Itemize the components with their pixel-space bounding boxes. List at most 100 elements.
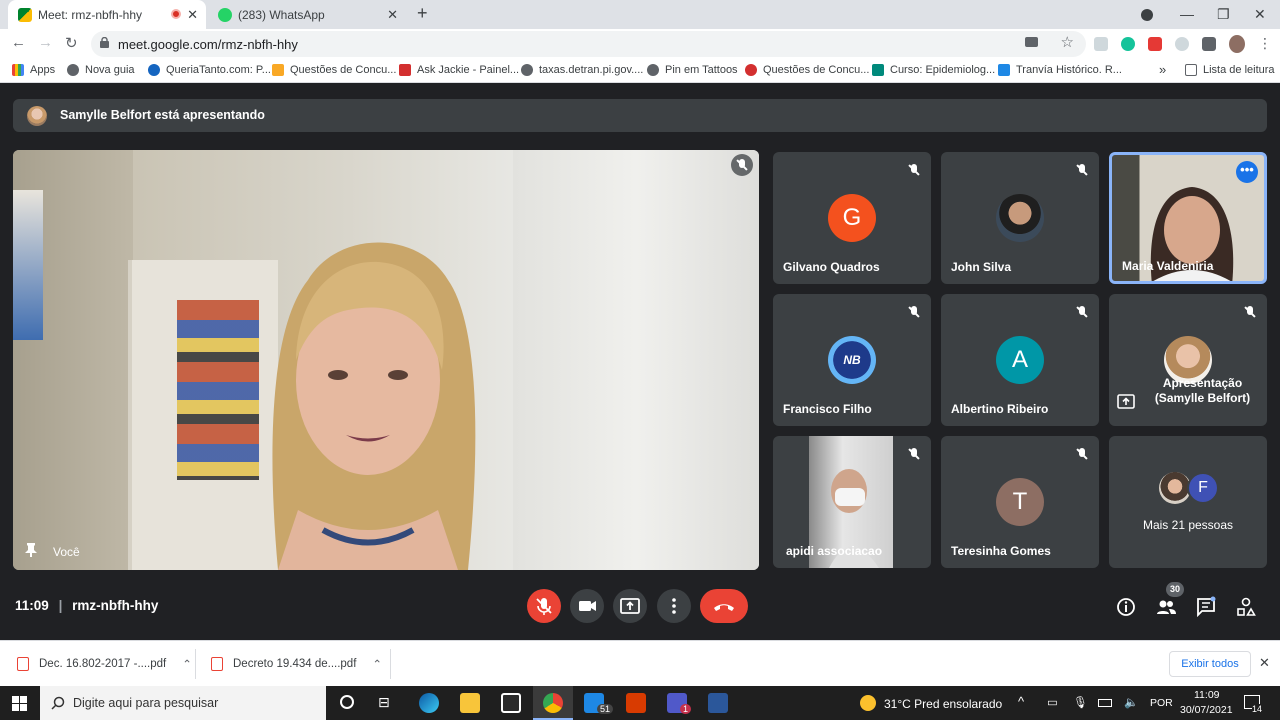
present-button[interactable] [613, 589, 647, 623]
check-icon [272, 64, 284, 76]
menu-kebab-icon[interactable]: ⋮ [1258, 35, 1272, 52]
store-icon[interactable] [501, 693, 521, 713]
close-window-icon[interactable]: ✕ [1254, 6, 1266, 23]
more-options-button[interactable] [657, 589, 691, 623]
camera-toggle-button[interactable] [570, 589, 604, 623]
bookmark-tranvia[interactable]: Tranvía Histórico. R... [998, 64, 1122, 76]
activities-icon[interactable] [1235, 596, 1257, 618]
participant-tile[interactable]: T Teresinha Gomes [941, 436, 1099, 568]
taskbar-time[interactable]: 11:09 [1194, 689, 1220, 701]
weather-sun-icon[interactable] [860, 695, 876, 711]
file-explorer-icon[interactable] [460, 693, 480, 713]
youtube-ext-icon[interactable] [1148, 37, 1162, 51]
bookmark-questoes-1[interactable]: Questões de Concu... [272, 64, 396, 76]
participant-tile[interactable]: G Gilvano Quadros [773, 152, 931, 284]
volume-icon[interactable]: 🔈 [1124, 695, 1138, 709]
windows-taskbar: Digite aqui para pesquisar ⊟ 51 1 31°C P… [0, 686, 1280, 720]
pin-icon[interactable] [25, 543, 37, 557]
reading-list[interactable]: Lista de leitura [1185, 64, 1275, 76]
nb-logo-avatar: NB [828, 336, 876, 384]
avatar: A [996, 336, 1044, 384]
person-video [272, 242, 476, 570]
mic-off-icon [903, 159, 925, 181]
download-item[interactable]: Decreto 19.434 de....pdf ⌃ [211, 641, 382, 687]
back-icon[interactable]: ← [11, 34, 26, 51]
participant-tile-selected[interactable]: ••• Maria Valdeniria [1109, 152, 1267, 284]
participant-tile[interactable]: A Albertino Ribeiro [941, 294, 1099, 426]
network-icon[interactable]: ▭ [1047, 695, 1058, 709]
profile-dropdown-icon[interactable] [1141, 9, 1153, 21]
participant-name: Maria Valdeniria [1122, 259, 1214, 273]
meeting-details-icon[interactable] [1115, 596, 1137, 618]
chevron-up-icon[interactable]: ⌃ [182, 657, 192, 671]
participant-name: Francisco Filho [783, 402, 872, 416]
show-all-downloads-button[interactable]: Exibir todos [1169, 651, 1251, 677]
chrome-icon [543, 693, 563, 713]
microphone-icon[interactable]: 🎙 [1073, 695, 1088, 709]
maximize-icon[interactable]: ❐ [1217, 6, 1230, 23]
bookmark-nova-guia[interactable]: Nova guia [67, 64, 135, 76]
participant-tile[interactable]: John Silva [941, 152, 1099, 284]
chat-icon[interactable] [1195, 596, 1217, 618]
tranvia-icon [998, 64, 1010, 76]
present-screen-icon [1117, 394, 1135, 409]
bookmark-ask-jackie[interactable]: Ask Jackie - Painel... [399, 64, 519, 76]
taskbar-date[interactable]: 30/07/2021 [1180, 704, 1233, 716]
office-icon[interactable] [626, 693, 646, 713]
mic-toggle-button[interactable] [527, 589, 561, 623]
address-bar[interactable]: meet.google.com/rmz-nbfh-hhy ☆ [91, 31, 1086, 57]
recording-icon [171, 9, 181, 19]
globe-icon [647, 64, 659, 76]
more-people-tile[interactable]: F Mais 21 pessoas [1109, 436, 1267, 568]
close-tab-icon[interactable]: ✕ [387, 7, 398, 23]
more-options-button[interactable]: ••• [1236, 161, 1258, 183]
chevron-up-icon[interactable]: ⌃ [372, 657, 382, 671]
close-tab-icon[interactable]: ✕ [187, 7, 198, 23]
bookmark-epidemiologia[interactable]: Curso: Epidemiolog... [872, 64, 995, 76]
word-icon[interactable] [708, 693, 728, 713]
language-indicator[interactable]: POR [1150, 697, 1173, 709]
download-item[interactable]: Dec. 16.802-2017 -....pdf ⌃ [17, 641, 192, 687]
bookmark-apps[interactable]: Apps [12, 64, 55, 76]
forward-icon[interactable]: → [38, 34, 53, 51]
tab-meet[interactable]: Meet: rmz-nbfh-hhy ✕ [8, 0, 206, 29]
grammarly-icon[interactable] [1121, 37, 1135, 51]
people-count-badge: 30 [1166, 582, 1184, 597]
close-downloads-icon[interactable]: ✕ [1259, 655, 1270, 671]
bookmarks-overflow[interactable]: » [1159, 62, 1166, 77]
cortana-icon[interactable] [340, 695, 354, 709]
taskbar-search[interactable]: Digite aqui para pesquisar [40, 686, 326, 720]
bookmark-detran[interactable]: taxas.detran.pi.gov.... [521, 64, 643, 76]
weather-text[interactable]: 31°C Pred ensolarado [884, 697, 1002, 711]
participant-tile[interactable]: apidi associacao [773, 436, 931, 568]
questoes-icon [745, 64, 757, 76]
download-filename: Decreto 19.434 de....pdf [233, 658, 357, 670]
extension-k-icon[interactable] [1094, 37, 1108, 51]
notification-count: 14 [1252, 704, 1263, 714]
profile-avatar[interactable] [1229, 35, 1245, 53]
show-hidden-icons-chevron[interactable]: ^ [1018, 694, 1024, 709]
browser-toolbar: ← → ↻ meet.google.com/rmz-nbfh-hhy ☆ ⋮ [0, 29, 1280, 59]
puzzle-icon[interactable] [1202, 37, 1216, 51]
participant-tile[interactable]: NB Francisco Filho [773, 294, 931, 426]
self-video[interactable]: Você [13, 150, 759, 570]
new-tab-icon[interactable]: + [417, 3, 428, 24]
leave-call-button[interactable] [700, 589, 748, 623]
minimize-icon[interactable]: — [1180, 6, 1194, 22]
bookmark-queriatanto[interactable]: QueriaTanto.com: P... [148, 64, 271, 76]
bookmark-pinterest[interactable]: Pin em Tattoos [647, 64, 738, 76]
edge-icon[interactable] [419, 693, 439, 713]
bookmark-questoes-2[interactable]: Questões de Concu... [745, 64, 869, 76]
whatsapp-favicon-icon [218, 7, 232, 22]
presentation-tile[interactable]: Apresentação (Samylle Belfort) [1109, 294, 1267, 426]
extension-icon[interactable] [1175, 37, 1189, 51]
tab-whatsapp[interactable]: (283) WhatsApp ✕ [210, 0, 406, 29]
chrome-taskbar-button[interactable] [533, 686, 573, 720]
windows-start-icon[interactable] [12, 696, 27, 711]
bookmark-star-icon[interactable]: ☆ [1061, 33, 1074, 51]
camera-icon[interactable] [1025, 37, 1038, 47]
battery-icon[interactable] [1098, 699, 1112, 707]
task-view-icon[interactable]: ⊟ [378, 694, 390, 711]
people-icon[interactable] [1155, 596, 1177, 618]
reload-icon[interactable]: ↻ [65, 34, 78, 52]
